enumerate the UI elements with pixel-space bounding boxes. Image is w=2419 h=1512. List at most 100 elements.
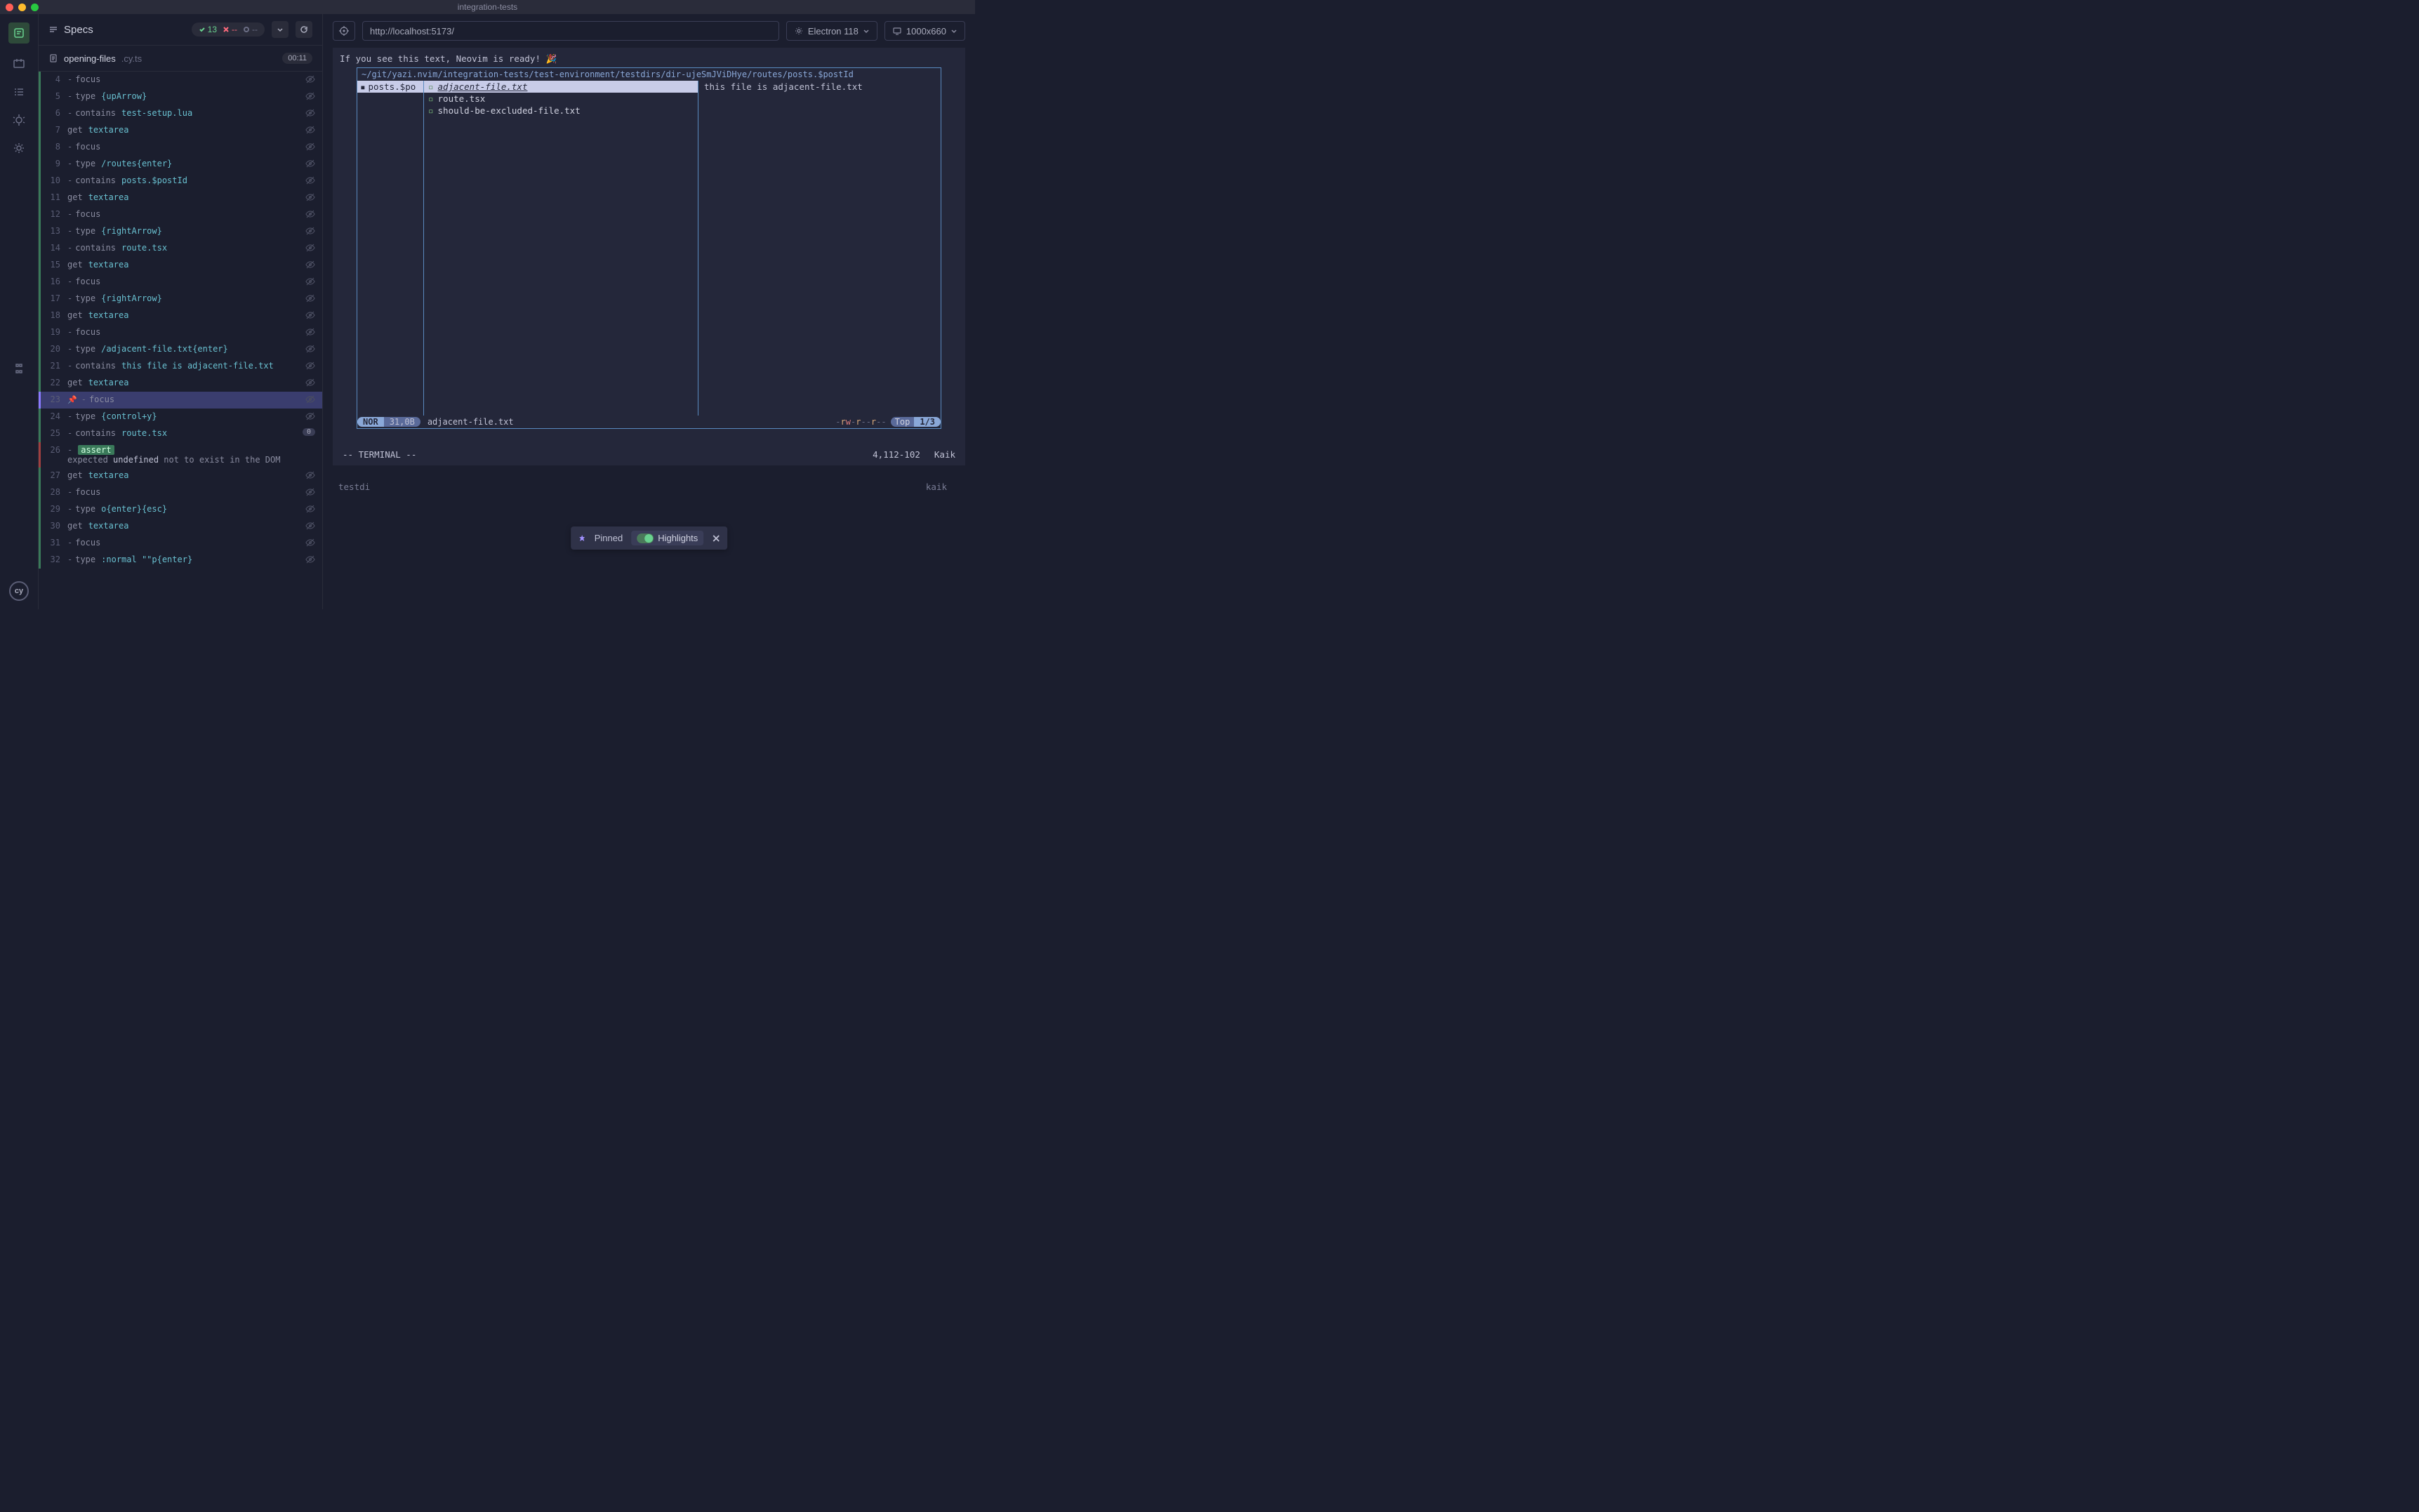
hidden-icon (300, 538, 315, 548)
command-row[interactable]: 17-type{rightArrow} (39, 291, 322, 307)
specs-title[interactable]: Specs (48, 24, 185, 36)
command-row[interactable]: 22gettextarea (39, 375, 322, 392)
child-indicator: - (67, 538, 72, 548)
child-indicator: - (67, 108, 72, 118)
command-row[interactable]: 32-type:normal ""p{enter} (39, 552, 322, 569)
command-name: type (75, 504, 95, 514)
command-args: this file is adjacent-file.txt (121, 361, 274, 371)
command-row[interactable]: 10-containsposts.$postId (39, 173, 322, 190)
nav-runs-icon[interactable] (11, 56, 27, 72)
command-row[interactable]: 19-focus (39, 324, 322, 341)
child-indicator: - (67, 243, 72, 253)
file-icon: ▫ (428, 105, 434, 116)
command-row[interactable]: 4-focus (39, 72, 322, 88)
hidden-icon (300, 142, 315, 152)
hidden-icon (300, 277, 315, 286)
command-args: /routes{enter} (101, 159, 172, 168)
nvim-ready-line: If you see this text, Neovim is ready! 🎉 (337, 52, 961, 66)
command-row[interactable]: 30gettextarea (39, 518, 322, 535)
command-row[interactable]: 9-type/routes{enter} (39, 156, 322, 173)
chevron-down-icon (276, 25, 284, 34)
expand-button[interactable] (272, 21, 289, 38)
command-row[interactable]: 28-focus (39, 484, 322, 501)
yazi-parent-col: ▪ posts.$po (357, 81, 423, 416)
file-item[interactable]: ▫adjacent-file.txt (424, 81, 698, 93)
file-icon: ▫ (428, 93, 434, 104)
command-row[interactable]: 12-focus (39, 206, 322, 223)
parent-dir-item[interactable]: ▪ posts.$po (357, 81, 423, 93)
line-number: 30 (41, 521, 67, 531)
command-row[interactable]: 24-type{control+y} (39, 409, 322, 425)
aut-panel: Electron 118 1000x660 If you see this te… (323, 14, 975, 609)
spec-file-header[interactable]: opening-files.cy.ts 00:11 (39, 46, 322, 72)
gear-icon (794, 26, 804, 36)
chevron-down-icon (863, 27, 870, 34)
hidden-icon (300, 74, 315, 84)
nav-settings-icon[interactable] (11, 140, 27, 156)
yazi-scroll-pos: Top (891, 417, 915, 427)
yazi-filename: adjacent-file.txt (420, 417, 521, 427)
window-title: integration-tests (0, 2, 975, 12)
line-number: 11 (41, 192, 67, 202)
snapshot-toolbar: Pinned Highlights (571, 526, 728, 550)
line-number: 19 (41, 327, 67, 337)
child-indicator: - (67, 91, 72, 101)
browser-selector[interactable]: Electron 118 (786, 21, 877, 41)
command-name: get (67, 125, 83, 135)
pinned-label: Pinned (595, 533, 623, 543)
command-row[interactable]: 14-containsroute.tsx (39, 240, 322, 257)
selector-playground-button[interactable] (333, 21, 355, 41)
file-name: should-be-excluded-file.txt (438, 105, 581, 116)
stat-pending: -- (243, 25, 258, 34)
command-row[interactable]: 11gettextarea (39, 190, 322, 206)
line-number: 18 (41, 310, 67, 320)
hidden-icon (300, 504, 315, 514)
command-row[interactable]: 26-assert expected undefined not to exis… (39, 442, 322, 467)
file-item[interactable]: ▫ should-be-excluded-file.txt (424, 105, 698, 117)
aut-frame[interactable]: If you see this text, Neovim is ready! 🎉… (333, 48, 965, 465)
nav-keyboard-icon[interactable] (11, 361, 27, 376)
highlights-toggle[interactable]: Highlights (631, 531, 703, 545)
titlebar: integration-tests (0, 0, 975, 14)
menu-icon (48, 25, 58, 34)
line-number: 23 (41, 394, 67, 404)
close-button[interactable] (712, 534, 720, 543)
command-row[interactable]: 13-type{rightArrow} (39, 223, 322, 240)
line-number: 31 (41, 538, 67, 548)
command-args: textarea (88, 310, 129, 320)
hidden-icon (300, 209, 315, 219)
elapsed-time: 00:11 (282, 53, 312, 64)
command-row[interactable]: 7gettextarea (39, 122, 322, 139)
command-row[interactable]: 23📌-focus (39, 392, 322, 409)
nav-debug-icon[interactable] (11, 112, 27, 128)
command-row[interactable]: 21-containsthis file is adjacent-file.tx… (39, 358, 322, 375)
viewport-selector[interactable]: 1000x660 (884, 21, 965, 41)
file-item[interactable]: ▫ route.tsx (424, 93, 698, 105)
hidden-icon (300, 344, 315, 354)
child-indicator: - (67, 209, 72, 219)
file-name: route.tsx (438, 93, 486, 104)
command-name: contains (75, 108, 116, 118)
command-row[interactable]: 25-containsroute.tsx0 (39, 425, 322, 442)
command-row[interactable]: 20-type/adjacent-file.txt{enter} (39, 341, 322, 358)
command-row[interactable]: 15gettextarea (39, 257, 322, 274)
command-row[interactable]: 27gettextarea (39, 467, 322, 484)
command-row[interactable]: 5-type{upArrow} (39, 88, 322, 105)
url-input[interactable] (362, 21, 779, 41)
nav-list-icon[interactable] (11, 84, 27, 100)
command-row[interactable]: 31-focus (39, 535, 322, 552)
command-name: contains (75, 243, 116, 253)
command-row[interactable]: 18gettextarea (39, 307, 322, 324)
command-name: get (67, 378, 83, 387)
line-number: 4 (41, 74, 67, 84)
hidden-icon (300, 521, 315, 531)
command-row[interactable]: 6-containstest-setup.lua (39, 105, 322, 122)
yazi-current-col: ▫adjacent-file.txt▫route.tsx▫should-be-e… (423, 81, 698, 416)
reload-button[interactable] (296, 21, 312, 38)
command-row[interactable]: 29-typeo{enter}{esc} (39, 501, 322, 518)
hidden-icon (300, 192, 315, 202)
file-name: adjacent-file.txt (438, 81, 528, 92)
nav-specs-icon[interactable] (8, 22, 29, 44)
command-row[interactable]: 16-focus (39, 274, 322, 291)
command-row[interactable]: 8-focus (39, 139, 322, 156)
